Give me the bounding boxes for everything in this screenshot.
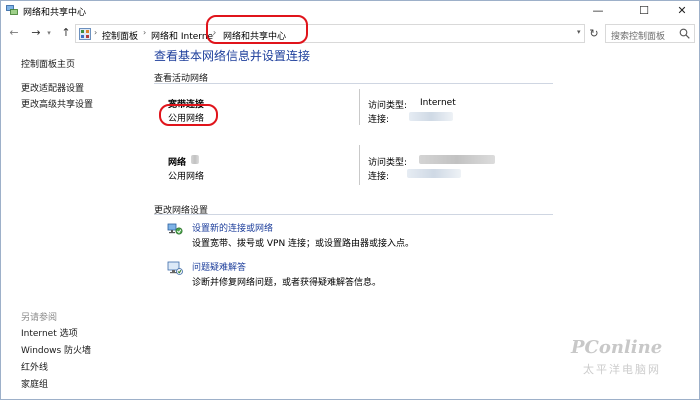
section-divider (154, 83, 553, 84)
network-1-access-value: Internet (420, 98, 456, 108)
watermark-subtitle: 太平洋电脑网 (583, 363, 661, 376)
breadcrumb-separator-icon[interactable]: › (143, 28, 146, 37)
sidebar-link-advanced-sharing[interactable]: 更改高级共享设置 (21, 97, 93, 110)
network-1-connection-label: 连接: (368, 115, 390, 125)
page-title: 查看基本网络信息并设置连接 (154, 49, 311, 63)
network-2-connection-redacted[interactable] (407, 169, 461, 178)
sidebar-link-windows-firewall[interactable]: Windows 防火墙 (21, 343, 91, 356)
network-1-divider (359, 89, 360, 125)
network-setup-icon (167, 223, 183, 235)
minimize-button[interactable]: — (581, 1, 615, 21)
troubleshoot-icon (167, 261, 183, 275)
annotation-circle-network-type (159, 104, 218, 126)
search-placeholder: 搜索控制面板 (611, 32, 666, 42)
sidebar-link-control-panel-home[interactable]: 控制面板主页 (21, 57, 75, 70)
title-bar[interactable]: 网络和共享中心 — ☐ ✕ (1, 1, 699, 21)
troubleshoot-link[interactable]: 问题疑难解答 (192, 260, 246, 273)
network-2-connection-label: 连接: (368, 172, 390, 182)
close-button[interactable]: ✕ (665, 1, 699, 21)
back-arrow-icon[interactable]: ← (7, 26, 21, 40)
network-2-name-redacted (191, 155, 199, 164)
search-input[interactable]: 搜索控制面板 (605, 24, 695, 43)
search-icon[interactable] (679, 28, 690, 39)
window-title: 网络和共享中心 (23, 8, 87, 18)
network-2-access-label: 访问类型: (368, 158, 408, 168)
annotation-circle-breadcrumb (206, 15, 308, 44)
network-sharing-center-window: 网络和共享中心 — ☐ ✕ ← → ▾ ↑ › 控制面板 › 网络和 Inter… (0, 0, 700, 400)
address-bar[interactable]: › 控制面板 › 网络和 Internet › 网络和共享中心 (75, 24, 585, 43)
breadcrumb-control-panel[interactable]: 控制面板 (102, 29, 138, 42)
maximize-button[interactable]: ☐ (627, 1, 661, 21)
network-1-connection-redacted[interactable] (409, 112, 453, 121)
control-panel-icon (79, 28, 91, 40)
network-2-divider (359, 145, 360, 185)
refresh-icon[interactable]: ↻ (587, 25, 601, 43)
network-1-access-label: 访问类型: (368, 101, 408, 111)
network-2-type-link[interactable]: 公用网络 (168, 169, 204, 182)
setup-connection-description: 设置宽带、拨号或 VPN 连接；或设置路由器或接入点。 (192, 239, 415, 249)
section-divider (154, 214, 553, 215)
network-2-access-redacted (419, 155, 495, 164)
breadcrumb-network-internet[interactable]: 网络和 Internet (151, 29, 214, 42)
watermark-brand: PConline (571, 337, 663, 358)
see-also-header: 另请参阅 (21, 313, 58, 323)
pconline-watermark: PConline 太平洋电脑网 (561, 331, 691, 381)
sidebar-link-adapter-settings[interactable]: 更改适配器设置 (21, 81, 84, 94)
setup-connection-link[interactable]: 设置新的连接或网络 (192, 221, 273, 234)
recent-locations-chevron-icon[interactable]: ▾ (45, 26, 53, 40)
address-history-chevron-icon[interactable]: ▾ (577, 28, 581, 36)
breadcrumb-separator-icon: › (94, 28, 98, 37)
troubleshoot-description: 诊断并修复网络问题，或者获得疑难解答信息。 (192, 278, 382, 288)
up-arrow-icon[interactable]: ↑ (59, 26, 73, 40)
network-2-name: 网络 (168, 158, 187, 168)
sidebar-link-internet-options[interactable]: Internet 选项 (21, 326, 78, 339)
forward-arrow-icon[interactable]: → (29, 26, 43, 40)
navigation-bar: ← → ▾ ↑ › 控制面板 › 网络和 Internet › 网络和共享中心 … (1, 21, 699, 45)
sidebar-link-homegroup[interactable]: 家庭组 (21, 377, 48, 390)
network-center-icon (6, 5, 18, 15)
sidebar-link-infrared[interactable]: 红外线 (21, 360, 48, 373)
